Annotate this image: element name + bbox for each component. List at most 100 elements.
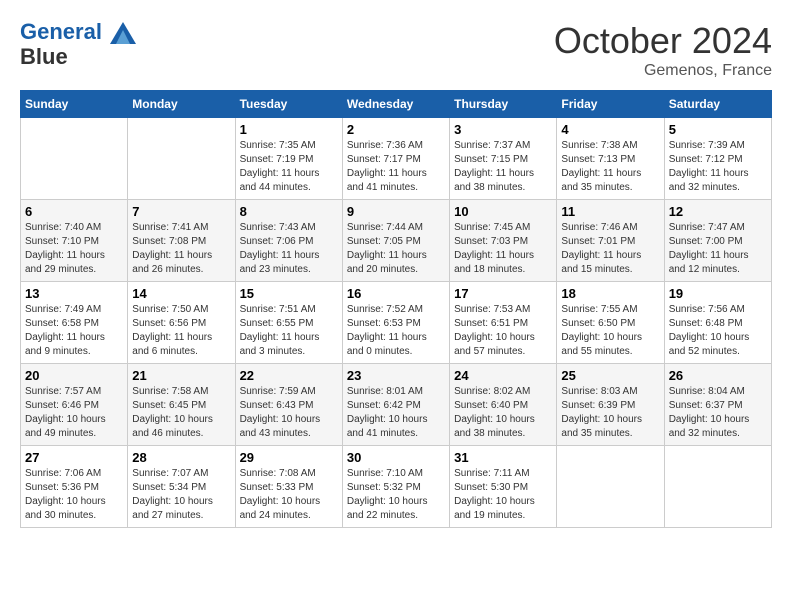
day-number: 6 [25, 204, 123, 219]
day-number: 27 [25, 450, 123, 465]
day-number: 1 [240, 122, 338, 137]
day-info: Sunrise: 7:47 AM Sunset: 7:00 PM Dayligh… [669, 221, 767, 277]
day-number: 25 [561, 368, 659, 383]
day-number: 17 [454, 286, 552, 301]
weekday-header-wednesday: Wednesday [342, 91, 449, 118]
day-number: 30 [347, 450, 445, 465]
day-number: 28 [132, 450, 230, 465]
day-info: Sunrise: 7:46 AM Sunset: 7:01 PM Dayligh… [561, 221, 659, 277]
day-number: 24 [454, 368, 552, 383]
day-info: Sunrise: 7:55 AM Sunset: 6:50 PM Dayligh… [561, 303, 659, 359]
day-number: 18 [561, 286, 659, 301]
weekday-header-friday: Friday [557, 91, 664, 118]
calendar-cell: 27 Sunrise: 7:06 AM Sunset: 5:36 PM Dayli… [21, 446, 128, 528]
day-info: Sunrise: 7:44 AM Sunset: 7:05 PM Dayligh… [347, 221, 445, 277]
day-number: 8 [240, 204, 338, 219]
day-info: Sunrise: 7:45 AM Sunset: 7:03 PM Dayligh… [454, 221, 552, 277]
calendar-cell: 11 Sunrise: 7:46 AM Sunset: 7:01 PM Dayli… [557, 200, 664, 282]
calendar-cell: 23 Sunrise: 8:01 AM Sunset: 6:42 PM Dayli… [342, 364, 449, 446]
day-number: 7 [132, 204, 230, 219]
calendar-cell [664, 446, 771, 528]
weekday-header-monday: Monday [128, 91, 235, 118]
day-number: 5 [669, 122, 767, 137]
calendar-cell: 28 Sunrise: 7:07 AM Sunset: 5:34 PM Dayli… [128, 446, 235, 528]
location: Gemenos, France [554, 62, 772, 80]
day-info: Sunrise: 7:37 AM Sunset: 7:15 PM Dayligh… [454, 139, 552, 195]
calendar-cell: 30 Sunrise: 7:10 AM Sunset: 5:32 PM Dayli… [342, 446, 449, 528]
day-number: 23 [347, 368, 445, 383]
day-info: Sunrise: 7:52 AM Sunset: 6:53 PM Dayligh… [347, 303, 445, 359]
calendar-cell: 12 Sunrise: 7:47 AM Sunset: 7:00 PM Dayli… [664, 200, 771, 282]
day-info: Sunrise: 8:03 AM Sunset: 6:39 PM Dayligh… [561, 385, 659, 441]
calendar-cell: 10 Sunrise: 7:45 AM Sunset: 7:03 PM Dayli… [450, 200, 557, 282]
day-info: Sunrise: 7:40 AM Sunset: 7:10 PM Dayligh… [25, 221, 123, 277]
calendar-cell [128, 118, 235, 200]
day-number: 11 [561, 204, 659, 219]
weekday-header-sunday: Sunday [21, 91, 128, 118]
day-number: 9 [347, 204, 445, 219]
weekday-header-saturday: Saturday [664, 91, 771, 118]
day-info: Sunrise: 7:35 AM Sunset: 7:19 PM Dayligh… [240, 139, 338, 195]
day-number: 12 [669, 204, 767, 219]
calendar-cell: 9 Sunrise: 7:44 AM Sunset: 7:05 PM Daylig… [342, 200, 449, 282]
calendar-cell: 5 Sunrise: 7:39 AM Sunset: 7:12 PM Daylig… [664, 118, 771, 200]
day-info: Sunrise: 7:39 AM Sunset: 7:12 PM Dayligh… [669, 139, 767, 195]
weekday-header-thursday: Thursday [450, 91, 557, 118]
day-info: Sunrise: 8:04 AM Sunset: 6:37 PM Dayligh… [669, 385, 767, 441]
calendar-cell: 16Sunrise: 7:52 AM Sunset: 6:53 PM Dayli… [342, 282, 449, 364]
calendar-cell: 29 Sunrise: 7:08 AM Sunset: 5:33 PM Dayli… [235, 446, 342, 528]
calendar-cell: 4Sunrise: 7:38 AM Sunset: 7:13 PM Daylig… [557, 118, 664, 200]
calendar-cell: 22 Sunrise: 7:59 AM Sunset: 6:43 PM Dayli… [235, 364, 342, 446]
logo-line2: Blue [20, 44, 136, 70]
calendar-cell: 26Sunrise: 8:04 AM Sunset: 6:37 PM Dayli… [664, 364, 771, 446]
calendar-cell: 20 Sunrise: 7:57 AM Sunset: 6:46 PM Dayli… [21, 364, 128, 446]
day-number: 21 [132, 368, 230, 383]
calendar-cell [557, 446, 664, 528]
calendar-cell: 2 Sunrise: 7:36 AM Sunset: 7:17 PM Daylig… [342, 118, 449, 200]
day-number: 14 [132, 286, 230, 301]
day-info: Sunrise: 7:08 AM Sunset: 5:33 PM Dayligh… [240, 467, 338, 523]
calendar-cell: 24 Sunrise: 8:02 AM Sunset: 6:40 PM Dayli… [450, 364, 557, 446]
calendar-cell: 14 Sunrise: 7:50 AM Sunset: 6:56 PM Dayli… [128, 282, 235, 364]
day-number: 13 [25, 286, 123, 301]
month-title: October 2024 [554, 20, 772, 62]
title-area: October 2024 Gemenos, France [554, 20, 772, 80]
weekday-header-tuesday: Tuesday [235, 91, 342, 118]
day-number: 20 [25, 368, 123, 383]
day-info: Sunrise: 7:36 AM Sunset: 7:17 PM Dayligh… [347, 139, 445, 195]
calendar-cell: 8Sunrise: 7:43 AM Sunset: 7:06 PM Daylig… [235, 200, 342, 282]
calendar-cell: 1 Sunrise: 7:35 AM Sunset: 7:19 PM Daylig… [235, 118, 342, 200]
day-info: Sunrise: 7:06 AM Sunset: 5:36 PM Dayligh… [25, 467, 123, 523]
calendar-cell: 21Sunrise: 7:58 AM Sunset: 6:45 PM Dayli… [128, 364, 235, 446]
day-number: 10 [454, 204, 552, 219]
day-number: 29 [240, 450, 338, 465]
day-number: 31 [454, 450, 552, 465]
day-number: 22 [240, 368, 338, 383]
day-number: 15 [240, 286, 338, 301]
day-info: Sunrise: 7:50 AM Sunset: 6:56 PM Dayligh… [132, 303, 230, 359]
day-info: Sunrise: 7:49 AM Sunset: 6:58 PM Dayligh… [25, 303, 123, 359]
page-header: General Blue October 2024 Gemenos, Franc… [20, 20, 772, 80]
day-info: Sunrise: 7:59 AM Sunset: 6:43 PM Dayligh… [240, 385, 338, 441]
day-info: Sunrise: 7:56 AM Sunset: 6:48 PM Dayligh… [669, 303, 767, 359]
day-info: Sunrise: 8:02 AM Sunset: 6:40 PM Dayligh… [454, 385, 552, 441]
calendar-cell: 15Sunrise: 7:51 AM Sunset: 6:55 PM Dayli… [235, 282, 342, 364]
day-info: Sunrise: 7:11 AM Sunset: 5:30 PM Dayligh… [454, 467, 552, 523]
calendar-cell: 25 Sunrise: 8:03 AM Sunset: 6:39 PM Dayli… [557, 364, 664, 446]
calendar-cell: 31 Sunrise: 7:11 AM Sunset: 5:30 PM Dayli… [450, 446, 557, 528]
day-info: Sunrise: 8:01 AM Sunset: 6:42 PM Dayligh… [347, 385, 445, 441]
calendar: SundayMondayTuesdayWednesdayThursdayFrid… [20, 90, 772, 528]
day-info: Sunrise: 7:53 AM Sunset: 6:51 PM Dayligh… [454, 303, 552, 359]
calendar-cell: 18 Sunrise: 7:55 AM Sunset: 6:50 PM Dayli… [557, 282, 664, 364]
calendar-cell: 7 Sunrise: 7:41 AM Sunset: 7:08 PM Daylig… [128, 200, 235, 282]
day-info: Sunrise: 7:41 AM Sunset: 7:08 PM Dayligh… [132, 221, 230, 277]
day-number: 2 [347, 122, 445, 137]
day-info: Sunrise: 7:10 AM Sunset: 5:32 PM Dayligh… [347, 467, 445, 523]
day-info: Sunrise: 7:07 AM Sunset: 5:34 PM Dayligh… [132, 467, 230, 523]
day-number: 4 [561, 122, 659, 137]
day-info: Sunrise: 7:57 AM Sunset: 6:46 PM Dayligh… [25, 385, 123, 441]
calendar-cell [21, 118, 128, 200]
logo-line1: General [20, 19, 102, 44]
calendar-cell: 17 Sunrise: 7:53 AM Sunset: 6:51 PM Dayli… [450, 282, 557, 364]
calendar-cell: 13 Sunrise: 7:49 AM Sunset: 6:58 PM Dayli… [21, 282, 128, 364]
